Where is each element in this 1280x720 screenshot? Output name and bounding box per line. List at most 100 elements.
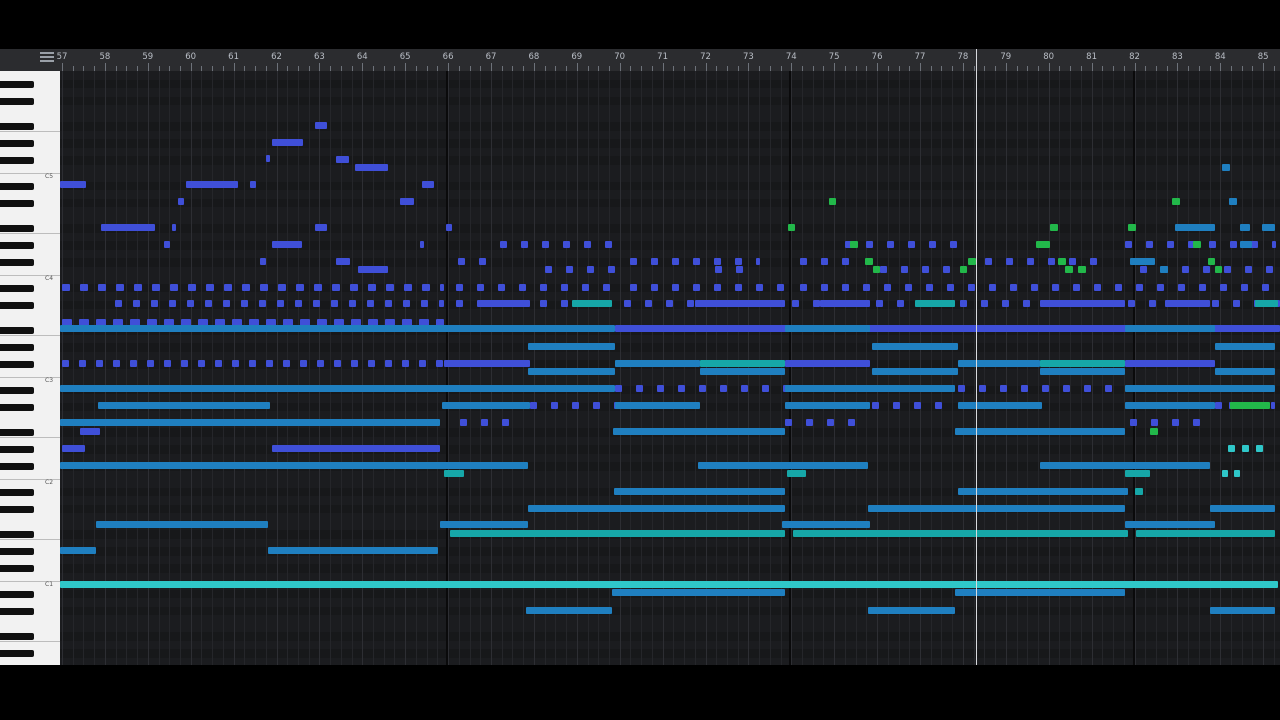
midi-note[interactable] (1151, 419, 1158, 426)
midi-note[interactable] (1234, 470, 1240, 477)
midi-note[interactable] (666, 300, 673, 307)
midi-note[interactable] (777, 284, 784, 291)
midi-note[interactable] (272, 445, 440, 452)
midi-note[interactable] (1210, 607, 1275, 614)
midi-note[interactable] (317, 360, 324, 367)
midi-note[interactable] (1125, 360, 1215, 367)
midi-note[interactable] (1125, 521, 1215, 528)
midi-note[interactable] (386, 284, 394, 291)
midi-note[interactable] (172, 224, 176, 231)
midi-note[interactable] (60, 547, 96, 554)
midi-note[interactable] (793, 530, 1128, 537)
midi-note[interactable] (444, 360, 530, 367)
midi-note[interactable] (958, 488, 1128, 495)
midi-note[interactable] (545, 266, 552, 273)
piano-keyboard[interactable]: C5 C4 C3 C2 C1 (0, 71, 60, 665)
midi-note[interactable] (593, 402, 600, 409)
midi-note[interactable] (259, 300, 266, 307)
midi-note[interactable] (242, 284, 250, 291)
midi-note[interactable] (908, 241, 915, 248)
midi-note[interactable] (98, 402, 270, 409)
midi-note[interactable] (866, 241, 873, 248)
midi-note[interactable] (672, 284, 679, 291)
midi-note[interactable] (540, 300, 547, 307)
midi-note[interactable] (1230, 402, 1270, 409)
midi-note[interactable] (198, 360, 205, 367)
midi-note[interactable] (250, 181, 256, 188)
black-key[interactable] (0, 140, 34, 147)
midi-note[interactable] (893, 402, 900, 409)
midi-note[interactable] (821, 284, 828, 291)
midi-note[interactable] (613, 428, 785, 435)
midi-note[interactable] (1178, 284, 1185, 291)
midi-note[interactable] (876, 300, 883, 307)
midi-note[interactable] (1128, 300, 1135, 307)
black-key[interactable] (0, 590, 34, 598)
midi-note[interactable] (223, 300, 230, 307)
midi-note[interactable] (1215, 266, 1222, 273)
midi-note[interactable] (62, 284, 70, 291)
midi-note[interactable] (1058, 258, 1066, 265)
midi-note[interactable] (460, 419, 467, 426)
midi-note[interactable] (561, 300, 568, 307)
midi-note[interactable] (603, 284, 610, 291)
midi-note[interactable] (1136, 284, 1143, 291)
midi-note[interactable] (608, 266, 615, 273)
midi-note[interactable] (1212, 300, 1219, 307)
midi-note[interactable] (806, 419, 813, 426)
midi-note[interactable] (1115, 284, 1122, 291)
midi-note[interactable] (456, 284, 463, 291)
midi-note[interactable] (863, 284, 870, 291)
midi-note[interactable] (1140, 266, 1147, 273)
midi-note[interactable] (1150, 428, 1158, 435)
black-key[interactable] (0, 327, 34, 334)
midi-note[interactable] (735, 284, 742, 291)
midi-note[interactable] (540, 284, 547, 291)
midi-note[interactable] (1128, 224, 1136, 231)
midi-note[interactable] (572, 402, 579, 409)
midi-note[interactable] (442, 402, 530, 409)
midi-note[interactable] (1135, 488, 1143, 495)
midi-note[interactable] (785, 419, 792, 426)
midi-note[interactable] (636, 385, 643, 392)
black-key[interactable] (0, 225, 34, 232)
black-key[interactable] (0, 505, 34, 513)
midi-note[interactable] (358, 266, 388, 273)
midi-note[interactable] (113, 360, 120, 367)
midi-note[interactable] (1125, 241, 1132, 248)
midi-note[interactable] (873, 266, 880, 273)
midi-note[interactable] (827, 419, 834, 426)
black-key[interactable] (0, 157, 34, 164)
midi-note[interactable] (1167, 241, 1174, 248)
black-key[interactable] (0, 344, 34, 351)
midi-note[interactable] (950, 241, 957, 248)
midi-note[interactable] (368, 360, 375, 367)
midi-note[interactable] (1130, 419, 1137, 426)
midi-note[interactable] (498, 284, 505, 291)
midi-note[interactable] (901, 266, 908, 273)
midi-note[interactable] (1052, 284, 1059, 291)
midi-note[interactable] (929, 241, 936, 248)
midi-note[interactable] (657, 385, 664, 392)
midi-note[interactable] (693, 258, 700, 265)
midi-note[interactable] (695, 300, 785, 307)
midi-note[interactable] (479, 258, 486, 265)
midi-note[interactable] (868, 607, 955, 614)
midi-note[interactable] (785, 325, 870, 332)
midi-note[interactable] (1149, 300, 1156, 307)
midi-note[interactable] (232, 360, 239, 367)
midi-note[interactable] (1065, 266, 1073, 273)
midi-note[interactable] (278, 284, 286, 291)
midi-note[interactable] (914, 402, 921, 409)
midi-note[interactable] (1266, 266, 1273, 273)
midi-note[interactable] (785, 385, 955, 392)
midi-note[interactable] (186, 181, 238, 188)
midi-note[interactable] (116, 284, 124, 291)
midi-note[interactable] (1160, 266, 1168, 273)
midi-note[interactable] (1210, 505, 1275, 512)
midi-note[interactable] (714, 258, 721, 265)
midi-note[interactable] (277, 300, 284, 307)
midi-note[interactable] (385, 300, 392, 307)
midi-note[interactable] (1050, 224, 1058, 231)
midi-note[interactable] (1203, 266, 1210, 273)
